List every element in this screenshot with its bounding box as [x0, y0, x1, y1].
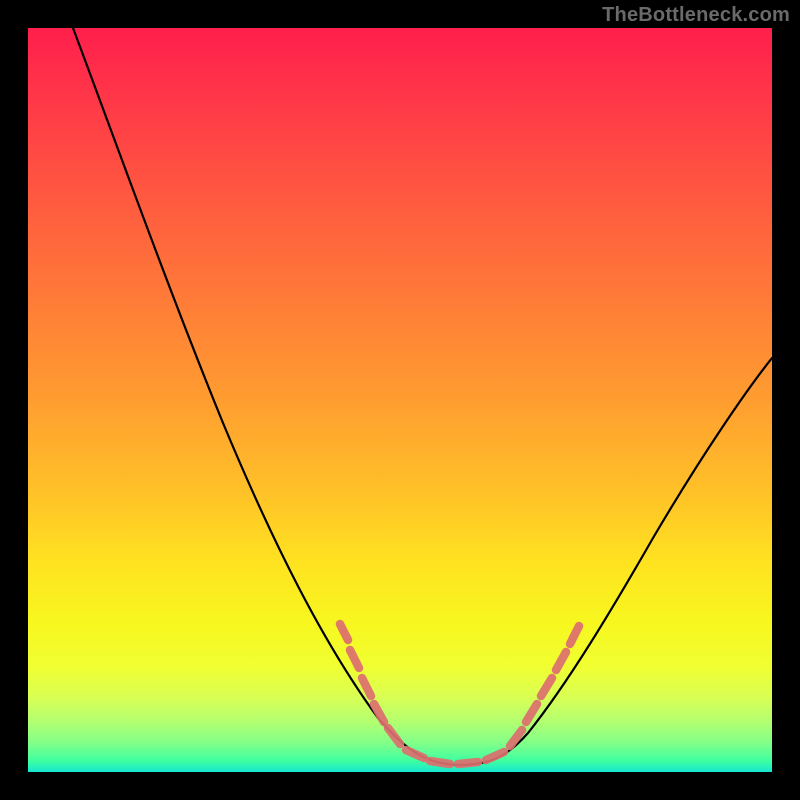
dash-trough-3 — [458, 762, 478, 764]
watermark-text: TheBottleneck.com — [602, 4, 790, 27]
dash-left-1 — [340, 624, 348, 640]
dash-trough-4 — [486, 752, 504, 760]
dash-right-3 — [541, 678, 552, 696]
dash-left-5 — [388, 728, 400, 744]
dash-right-1 — [510, 730, 522, 746]
dash-trough-2 — [430, 761, 450, 764]
dash-left-2 — [350, 650, 359, 668]
curve-layer — [28, 28, 772, 772]
dash-right-2 — [526, 704, 537, 722]
dash-left-4 — [374, 704, 384, 722]
dash-trough-1 — [406, 750, 424, 758]
bottleneck-curve — [73, 28, 772, 765]
dash-right-5 — [570, 626, 579, 644]
plot-area — [28, 28, 772, 772]
chart-root: TheBottleneck.com — [0, 0, 800, 800]
dash-right-4 — [556, 652, 566, 670]
dash-left-3 — [362, 678, 371, 696]
